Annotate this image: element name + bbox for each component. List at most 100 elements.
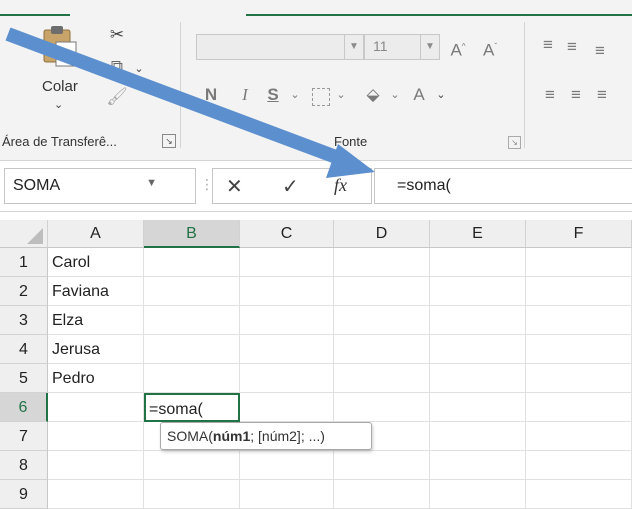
decrease-font-size-button[interactable]: Aˇ bbox=[478, 36, 502, 60]
align-top-icon[interactable]: ≡ bbox=[538, 34, 558, 56]
cell-d3[interactable] bbox=[334, 306, 430, 335]
align-middle-icon[interactable]: ≡ bbox=[562, 36, 582, 58]
cell-e6[interactable] bbox=[430, 393, 526, 422]
cell-a5[interactable]: Pedro bbox=[48, 364, 144, 393]
chevron-down-icon[interactable]: ⌄ bbox=[334, 84, 348, 108]
cell-b8[interactable] bbox=[144, 451, 240, 480]
cell-b4[interactable] bbox=[144, 335, 240, 364]
cell-f2[interactable] bbox=[526, 277, 632, 306]
chevron-down-icon[interactable]: ⌄ bbox=[132, 58, 146, 78]
cell-e8[interactable] bbox=[430, 451, 526, 480]
cell-d9[interactable] bbox=[334, 480, 430, 509]
cell-a2[interactable]: Faviana bbox=[48, 277, 144, 306]
cell-e9[interactable] bbox=[430, 480, 526, 509]
clipboard-dialog-launcher-icon[interactable]: ↘ bbox=[162, 134, 176, 148]
active-cell[interactable]: =soma( bbox=[144, 393, 240, 422]
cell-d5[interactable] bbox=[334, 364, 430, 393]
font-color-button[interactable]: A bbox=[408, 84, 430, 108]
cell-b9[interactable] bbox=[144, 480, 240, 509]
enter-button[interactable]: ✓ bbox=[282, 174, 299, 199]
column-header-d[interactable]: D bbox=[334, 220, 430, 248]
border-icon[interactable] bbox=[312, 88, 330, 106]
cell-f1[interactable] bbox=[526, 248, 632, 277]
cell-c6[interactable] bbox=[240, 393, 334, 422]
cell-a4[interactable]: Jerusa bbox=[48, 335, 144, 364]
name-box[interactable]: SOMA ▼ bbox=[4, 168, 196, 204]
cell-e4[interactable] bbox=[430, 335, 526, 364]
cell-e3[interactable] bbox=[430, 306, 526, 335]
align-right-icon[interactable]: ≡ bbox=[592, 84, 612, 106]
cancel-button[interactable]: ✕ bbox=[226, 174, 243, 199]
cell-a9[interactable] bbox=[48, 480, 144, 509]
fill-color-icon[interactable]: ⬙ bbox=[362, 84, 384, 108]
font-name-combo[interactable]: ▼ bbox=[196, 34, 364, 60]
cell-d4[interactable] bbox=[334, 335, 430, 364]
cell-a3[interactable]: Elza bbox=[48, 306, 144, 335]
cell-e2[interactable] bbox=[430, 277, 526, 306]
chevron-down-icon[interactable]: ⌄ bbox=[434, 84, 448, 108]
cell-a7[interactable] bbox=[48, 422, 144, 451]
cell-a6[interactable] bbox=[48, 393, 144, 422]
cell-a8[interactable] bbox=[48, 451, 144, 480]
cell-d1[interactable] bbox=[334, 248, 430, 277]
column-header-b[interactable]: B bbox=[144, 220, 240, 248]
row-header-1[interactable]: 1 bbox=[0, 248, 48, 277]
cell-c5[interactable] bbox=[240, 364, 334, 393]
cell-d2[interactable] bbox=[334, 277, 430, 306]
row-header-7[interactable]: 7 bbox=[0, 422, 48, 451]
chevron-down-icon[interactable]: ⌄ bbox=[388, 84, 402, 108]
cell-b2[interactable] bbox=[144, 277, 240, 306]
chevron-down-icon[interactable]: ⌄ bbox=[54, 98, 63, 111]
paste-button[interactable]: Colar ⌄ bbox=[30, 22, 92, 122]
row-header-5[interactable]: 5 bbox=[0, 364, 48, 393]
font-size-combo[interactable]: 11 ▼ bbox=[364, 34, 440, 60]
font-dialog-launcher-icon[interactable]: ↘ bbox=[508, 136, 521, 149]
cell-e1[interactable] bbox=[430, 248, 526, 277]
insert-function-button[interactable]: fx bbox=[334, 175, 347, 196]
cell-e7[interactable] bbox=[430, 422, 526, 451]
chevron-down-icon[interactable]: ⌄ bbox=[288, 84, 302, 108]
format-painter-icon[interactable]: 🖌 bbox=[104, 86, 130, 110]
row-header-6[interactable]: 6 bbox=[0, 393, 48, 422]
cell-b3[interactable] bbox=[144, 306, 240, 335]
cell-c9[interactable] bbox=[240, 480, 334, 509]
cell-f7[interactable] bbox=[526, 422, 632, 451]
select-all-corner[interactable] bbox=[0, 220, 48, 248]
cell-e5[interactable] bbox=[430, 364, 526, 393]
column-header-e[interactable]: E bbox=[430, 220, 526, 248]
cell-c1[interactable] bbox=[240, 248, 334, 277]
tooltip-arg1[interactable]: núm1 bbox=[213, 428, 250, 444]
underline-button[interactable]: S bbox=[262, 84, 284, 108]
tooltip-rest[interactable]: ; [núm2]; ...) bbox=[250, 428, 325, 444]
align-bottom-icon[interactable]: ≡ bbox=[590, 40, 610, 62]
bold-button[interactable]: N bbox=[200, 84, 222, 108]
cell-b1[interactable] bbox=[144, 248, 240, 277]
row-header-3[interactable]: 3 bbox=[0, 306, 48, 335]
formula-input[interactable]: =soma( bbox=[374, 168, 632, 204]
cell-f4[interactable] bbox=[526, 335, 632, 364]
row-header-2[interactable]: 2 bbox=[0, 277, 48, 306]
increase-font-size-button[interactable]: A^ bbox=[446, 36, 470, 60]
cell-f5[interactable] bbox=[526, 364, 632, 393]
copy-icon[interactable]: ⧉ bbox=[104, 56, 130, 80]
column-header-a[interactable]: A bbox=[48, 220, 144, 248]
cell-c8[interactable] bbox=[240, 451, 334, 480]
column-header-c[interactable]: C bbox=[240, 220, 334, 248]
cell-b5[interactable] bbox=[144, 364, 240, 393]
column-header-f[interactable]: F bbox=[526, 220, 632, 248]
italic-button[interactable]: I bbox=[234, 84, 256, 108]
row-header-9[interactable]: 9 bbox=[0, 480, 48, 509]
cell-d6[interactable] bbox=[334, 393, 430, 422]
cell-f8[interactable] bbox=[526, 451, 632, 480]
cell-d8[interactable] bbox=[334, 451, 430, 480]
cell-c3[interactable] bbox=[240, 306, 334, 335]
row-header-4[interactable]: 4 bbox=[0, 335, 48, 364]
chevron-down-icon[interactable]: ▼ bbox=[146, 177, 157, 189]
cell-f9[interactable] bbox=[526, 480, 632, 509]
cell-f3[interactable] bbox=[526, 306, 632, 335]
chevron-down-icon[interactable]: ▼ bbox=[420, 35, 439, 59]
cell-c2[interactable] bbox=[240, 277, 334, 306]
row-header-8[interactable]: 8 bbox=[0, 451, 48, 480]
scissors-icon[interactable]: ✂ bbox=[104, 24, 130, 48]
chevron-down-icon[interactable]: ▼ bbox=[344, 35, 363, 59]
